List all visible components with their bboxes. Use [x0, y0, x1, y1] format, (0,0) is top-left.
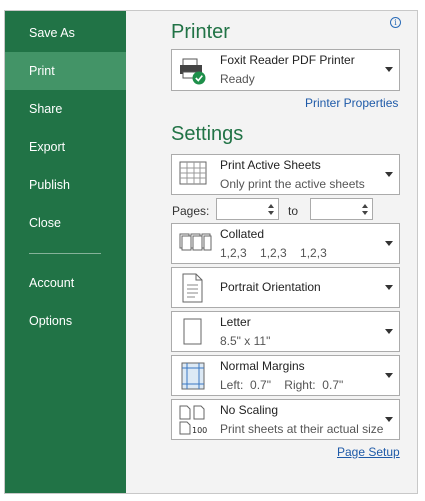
orientation-dropdown[interactable]: Portrait Orientation: [171, 267, 400, 308]
printer-properties-link[interactable]: Printer Properties: [305, 96, 398, 110]
printer-icon: [180, 58, 206, 85]
spin-down-icon[interactable]: [362, 211, 368, 215]
chevron-down-icon: [385, 67, 393, 72]
pages-to-spinner[interactable]: [310, 198, 373, 220]
scaling-icon: 100: [179, 405, 207, 435]
scaling-desc: Print sheets at their actual size: [220, 422, 384, 436]
collated-icon: [179, 233, 212, 251]
printer-section-title: Printer: [171, 21, 230, 43]
pages-from-spinner[interactable]: [216, 198, 279, 220]
nav-save-as[interactable]: Save As: [5, 14, 126, 52]
chevron-down-icon: [385, 329, 393, 334]
scaling-icon-text: 100: [192, 426, 207, 435]
paper-size-label: Letter: [220, 315, 251, 329]
settings-section-title: Settings: [171, 123, 244, 145]
pages-to-label: to: [288, 204, 299, 218]
nav-publish[interactable]: Publish: [5, 166, 126, 204]
chevron-down-icon: [385, 241, 393, 246]
margins-dropdown[interactable]: Normal Margins Left: 0.7" Right: 0.7": [171, 355, 400, 396]
nav-divider: [29, 253, 101, 254]
printer-status: Ready: [220, 72, 255, 86]
backstage-sidebar: Save As Print Share Export Publish Close…: [5, 11, 126, 493]
margins-desc: Left: 0.7" Right: 0.7": [220, 378, 344, 392]
printer-name: Foxit Reader PDF Printer: [220, 53, 355, 67]
paper-size-desc: 8.5" x 11": [220, 334, 271, 348]
print-what-dropdown[interactable]: Print Active Sheets Only print the activ…: [171, 154, 400, 195]
scaling-label: No Scaling: [220, 403, 279, 417]
margins-label: Normal Margins: [220, 359, 305, 373]
print-what-desc: Only print the active sheets: [220, 177, 365, 191]
print-what-label: Print Active Sheets: [220, 158, 321, 172]
nav-account[interactable]: Account: [5, 264, 126, 302]
chevron-down-icon: [385, 417, 393, 422]
nav-export[interactable]: Export: [5, 128, 126, 166]
info-icon[interactable]: i: [390, 17, 401, 28]
printer-dropdown[interactable]: Foxit Reader PDF Printer Ready: [171, 49, 400, 91]
chevron-down-icon: [385, 172, 393, 177]
collation-label: Collated: [220, 227, 265, 241]
spin-up-icon[interactable]: [362, 204, 368, 208]
scaling-dropdown[interactable]: 100 No Scaling Print sheets at their act…: [171, 399, 400, 440]
nav-close[interactable]: Close: [5, 204, 126, 242]
portrait-icon: [182, 273, 203, 303]
nav-share[interactable]: Share: [5, 90, 126, 128]
sheets-icon: [179, 161, 207, 185]
pages-label: Pages:: [172, 204, 210, 218]
orientation-label: Portrait Orientation: [220, 280, 321, 294]
spin-down-icon[interactable]: [268, 211, 274, 215]
page-setup-link[interactable]: Page Setup: [337, 445, 400, 459]
collation-dropdown[interactable]: Collated 1,2,3 1,2,3 1,2,3: [171, 223, 400, 264]
paper-size-dropdown[interactable]: Letter 8.5" x 11": [171, 311, 400, 352]
chevron-down-icon: [385, 285, 393, 290]
nav-options[interactable]: Options: [5, 302, 126, 340]
chevron-down-icon: [385, 373, 393, 378]
paper-icon: [183, 318, 202, 345]
nav-print[interactable]: Print: [5, 52, 126, 90]
collation-desc: 1,2,3 1,2,3 1,2,3: [220, 246, 327, 260]
backstage-frame: Save As Print Share Export Publish Close…: [4, 10, 418, 494]
spin-up-icon[interactable]: [268, 204, 274, 208]
margins-icon: [181, 362, 205, 390]
